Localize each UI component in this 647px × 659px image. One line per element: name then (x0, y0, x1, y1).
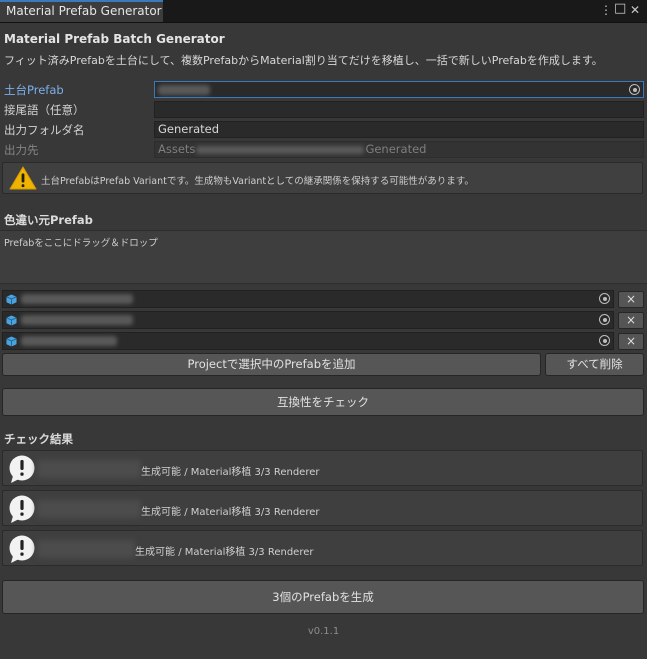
add-selected-prefabs-button[interactable]: Projectで選択中のPrefabを追加 (2, 353, 541, 376)
result-item: 生成可能 / Material移植 3/3 Renderer (2, 530, 643, 566)
output-folder-label: 出力フォルダ名 (4, 123, 85, 137)
maximize-icon[interactable]: □ (614, 2, 626, 16)
redacted-value (158, 84, 210, 95)
page-description: フィット済みPrefabを土台にして、複数PrefabからMaterial割り当… (4, 54, 603, 67)
check-compatibility-button[interactable]: 互換性をチェック (2, 388, 644, 416)
source-prefab-field[interactable] (2, 290, 614, 308)
base-prefab-field[interactable] (154, 81, 644, 98)
clear-all-button[interactable]: すべて削除 (545, 353, 644, 376)
suffix-label: 接尾語（任意） (4, 103, 85, 117)
prefab-icon (6, 336, 17, 347)
remove-source-button[interactable]: × (618, 291, 644, 308)
output-path-prefix: Assets (158, 142, 196, 156)
redacted-value (37, 540, 135, 558)
result-summary: 生成可能 / Material移植 3/3 Renderer (141, 467, 320, 478)
warning-icon (9, 166, 37, 190)
base-prefab-label: 土台Prefab (4, 83, 64, 97)
result-summary: 生成可能 / Material移植 3/3 Renderer (141, 507, 320, 518)
output-path-suffix: Generated (365, 142, 427, 156)
redacted-value (196, 145, 365, 154)
suffix-input[interactable] (154, 101, 644, 118)
remove-source-button[interactable]: × (618, 312, 644, 329)
prefab-icon (6, 315, 17, 326)
source-prefab-field[interactable] (2, 311, 614, 329)
window-tab-bar: Material Prefab Generator ⋮ □ ✕ (0, 0, 647, 23)
results-heading: チェック結果 (4, 432, 73, 446)
output-folder-input[interactable]: Generated (154, 121, 644, 138)
generate-prefabs-button[interactable]: 3個のPrefabを生成 (2, 580, 644, 614)
info-bubble-icon (9, 495, 35, 523)
info-bubble-icon (9, 535, 35, 563)
result-item: 生成可能 / Material移植 3/3 Renderer (2, 450, 643, 486)
redacted-value (21, 315, 133, 325)
source-prefab-field[interactable] (2, 332, 614, 350)
output-path-label: 出力先 (4, 143, 39, 157)
prefab-icon (6, 294, 17, 305)
tab-title: Material Prefab Generator (6, 4, 162, 18)
result-item: 生成可能 / Material移植 3/3 Renderer (2, 490, 643, 526)
tab-material-prefab-generator[interactable]: Material Prefab Generator (0, 0, 163, 22)
redacted-value (37, 460, 141, 478)
close-icon[interactable]: ✕ (630, 3, 640, 17)
info-bubble-icon (9, 455, 35, 483)
result-summary: 生成可能 / Material移植 3/3 Renderer (135, 547, 314, 558)
object-picker-icon[interactable] (599, 314, 610, 325)
drop-area[interactable]: Prefabをここにドラッグ＆ドロップ (0, 230, 647, 284)
object-picker-icon[interactable] (599, 293, 610, 304)
warning-text: 土台PrefabはPrefab Variantです。生成物もVariantとして… (41, 176, 474, 187)
version-label: v0.1.1 (307, 626, 340, 637)
warning-helpbox: 土台PrefabはPrefab Variantです。生成物もVariantとして… (2, 162, 643, 194)
page-title: Material Prefab Batch Generator (4, 32, 225, 46)
object-picker-icon[interactable] (599, 335, 610, 346)
redacted-value (21, 336, 117, 346)
drop-hint: Prefabをここにドラッグ＆ドロップ (4, 238, 158, 249)
more-menu-icon[interactable]: ⋮ (600, 3, 612, 17)
output-path-field: Assets Generated (154, 141, 644, 158)
object-picker-icon[interactable] (629, 84, 640, 95)
sources-heading: 色違い元Prefab (4, 213, 93, 227)
remove-source-button[interactable]: × (618, 333, 644, 350)
redacted-value (37, 500, 141, 518)
redacted-value (21, 294, 133, 304)
